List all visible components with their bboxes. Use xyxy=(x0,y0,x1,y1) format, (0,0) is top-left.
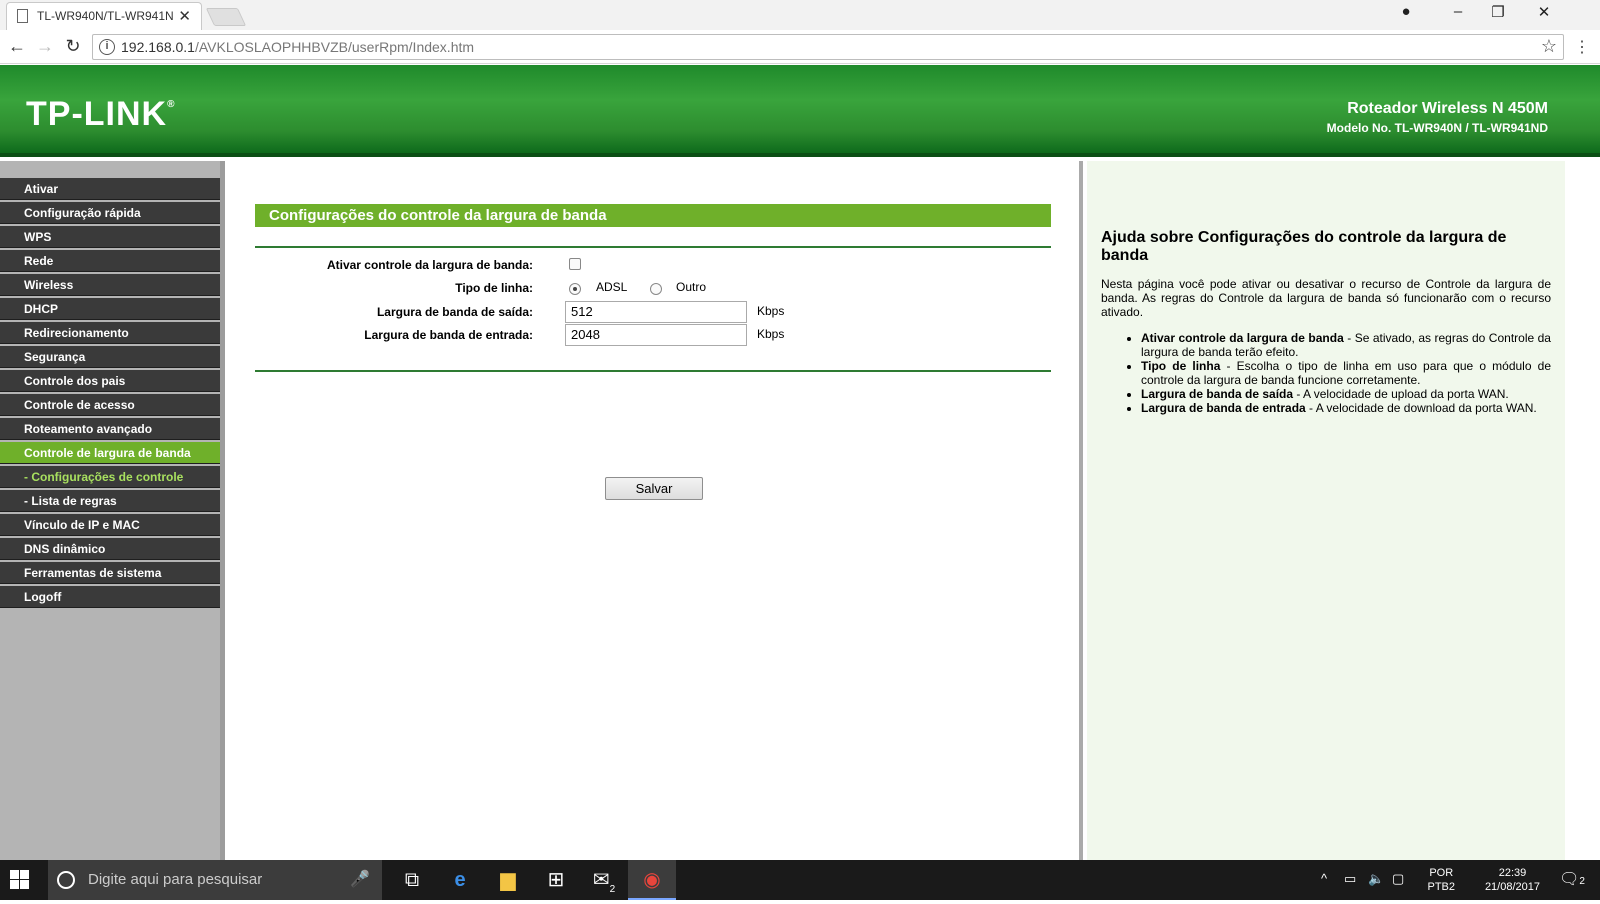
profile-icon[interactable]: ● xyxy=(1396,3,1416,20)
radio-adsl-label: ADSL xyxy=(596,280,628,294)
radio-outro-label: Outro xyxy=(676,280,707,294)
help-item: Ativar controle da largura de banda - Se… xyxy=(1141,331,1551,359)
help-item: Largura de banda de entrada - A velocida… xyxy=(1141,401,1551,415)
help-intro: Nesta página você pode ativar ou desativ… xyxy=(1101,277,1551,319)
tab-title: TL-WR940N/TL-WR941N xyxy=(37,9,174,23)
sidebar-item-security[interactable]: Segurança xyxy=(0,346,220,368)
close-window-icon[interactable]: ✕ xyxy=(1534,3,1554,21)
language-indicator[interactable]: POR PTB2 xyxy=(1427,866,1455,894)
sidebar-item-dhcp[interactable]: DHCP xyxy=(0,298,220,320)
bookmark-star-icon[interactable]: ☆ xyxy=(1541,36,1557,57)
divider xyxy=(255,246,1051,248)
sidebar-item-bandwidth-control[interactable]: Controle de largura de banda xyxy=(0,442,220,464)
help-title: Ajuda sobre Configurações do controle da… xyxy=(1101,229,1507,264)
notification-badge: 2 xyxy=(1579,876,1585,887)
store-icon[interactable]: ⊞ xyxy=(532,860,580,900)
browser-toolbar: ← → ↻ i 192.168.0.1/AVKLOSLAOPHHBVZB/use… xyxy=(0,30,1600,64)
model-number: Modelo No. TL-WR940N / TL-WR941ND xyxy=(1326,121,1548,135)
sidebar-item-rede[interactable]: Rede xyxy=(0,250,220,272)
info-icon[interactable]: i xyxy=(99,39,115,55)
sidebar-item-forwarding[interactable]: Redirecionamento xyxy=(0,322,220,344)
ingress-input[interactable]: 2048 xyxy=(565,324,747,346)
sidebar-item-parental-control[interactable]: Controle dos pais xyxy=(0,370,220,392)
taskbar-search[interactable]: Digite aqui para pesquisar 🎤 xyxy=(48,860,382,900)
main-content: Configurações do controle da largura de … xyxy=(225,161,1083,860)
sidebar-subitem-rules-list[interactable]: - Lista de regras xyxy=(0,490,220,512)
minimize-icon[interactable]: – xyxy=(1448,3,1468,20)
help-item: Largura de banda de saída - A velocidade… xyxy=(1141,387,1551,401)
sidebar-item-wireless[interactable]: Wireless xyxy=(0,274,220,296)
egress-input[interactable]: 512 xyxy=(565,301,747,323)
volume-icon[interactable]: 🔈 xyxy=(1368,871,1384,887)
page-icon xyxy=(17,9,28,23)
line-type-label: Tipo de linha: xyxy=(455,281,533,295)
radio-adsl[interactable] xyxy=(569,283,581,295)
notifications-icon[interactable]: 🗨2 xyxy=(1552,860,1592,900)
egress-unit: Kbps xyxy=(757,304,785,318)
sidebar-item-dynamic-dns[interactable]: DNS dinâmico xyxy=(0,538,220,560)
tp-link-logo: TP-LINK® xyxy=(26,95,176,133)
sidebar-item-ativar[interactable]: Ativar xyxy=(0,178,220,200)
address-bar[interactable]: i 192.168.0.1/AVKLOSLAOPHHBVZB/userRpm/I… xyxy=(92,34,1564,60)
browser-tab[interactable]: TL-WR940N/TL-WR941N ✕ xyxy=(6,2,202,30)
model-info: Roteador Wireless N 450M Modelo No. TL-W… xyxy=(1327,100,1548,135)
cortana-icon[interactable] xyxy=(57,871,75,889)
ingress-label: Largura de banda de entrada: xyxy=(364,328,533,342)
url-text[interactable]: 192.168.0.1/AVKLOSLAOPHHBVZB/userRpm/Ind… xyxy=(121,39,474,55)
sidebar-item-advanced-routing[interactable]: Roteamento avançado xyxy=(0,418,220,440)
divider xyxy=(255,370,1051,372)
help-panel: Ajuda sobre Configurações do controle da… xyxy=(1087,161,1565,860)
ingress-unit: Kbps xyxy=(757,327,785,341)
file-explorer-icon[interactable]: ▆ xyxy=(484,860,532,900)
sidebar-item-access-control[interactable]: Controle de acesso xyxy=(0,394,220,416)
sidebar-item-quick-setup[interactable]: Configuração rápida xyxy=(0,202,220,224)
save-button[interactable]: Salvar xyxy=(605,477,703,500)
sidebar-item-ip-mac-binding[interactable]: Vínculo de IP e MAC xyxy=(0,514,220,536)
model-name: Roteador Wireless N 450M xyxy=(1347,100,1548,117)
reload-icon[interactable]: ↻ xyxy=(62,36,84,57)
microphone-icon[interactable]: 🎤 xyxy=(350,869,370,889)
sidebar-item-logoff[interactable]: Logoff xyxy=(0,586,220,608)
radio-outro[interactable] xyxy=(650,283,662,295)
restore-icon[interactable]: ❐ xyxy=(1488,3,1508,21)
section-title: Configurações do controle da largura de … xyxy=(255,204,1051,227)
browser-menu-icon[interactable]: ⋮ xyxy=(1574,37,1590,57)
taskbar: Digite aqui para pesquisar 🎤 ⧉ e ▆ ⊞ ✉2 … xyxy=(0,860,1600,900)
windows-start-icon[interactable] xyxy=(10,870,30,890)
sidebar-item-wps[interactable]: WPS xyxy=(0,226,220,248)
enable-label: Ativar controle da largura de banda: xyxy=(326,258,533,272)
show-hidden-icons[interactable]: ^ xyxy=(1321,871,1327,886)
egress-label: Largura de banda de saída: xyxy=(376,305,533,319)
sidebar-subitem-control-settings[interactable]: - Configurações de controle xyxy=(0,466,220,488)
clock[interactable]: 22:39 21/08/2017 xyxy=(1485,866,1540,894)
help-list: Ativar controle da largura de banda - Se… xyxy=(1101,331,1551,415)
battery-icon[interactable]: ▭ xyxy=(1344,871,1356,887)
close-tab-icon[interactable]: ✕ xyxy=(178,7,191,25)
back-icon[interactable]: ← xyxy=(6,36,28,57)
router-header: TP-LINK® Roteador Wireless N 450M Modelo… xyxy=(0,65,1600,157)
sidebar-menu: Ativar Configuração rápida WPS Rede Wire… xyxy=(0,178,220,610)
chrome-icon[interactable]: ◉ xyxy=(628,860,676,900)
sidebar: Ativar Configuração rápida WPS Rede Wire… xyxy=(0,161,225,860)
new-tab-button[interactable] xyxy=(205,8,247,26)
browser-tab-bar: TL-WR940N/TL-WR941N ✕ ● – ❐ ✕ xyxy=(0,0,1600,30)
mail-icon[interactable]: ✉2 xyxy=(580,860,628,900)
sidebar-item-system-tools[interactable]: Ferramentas de sistema xyxy=(0,562,220,584)
edge-icon[interactable]: e xyxy=(436,860,484,900)
task-view-icon[interactable]: ⧉ xyxy=(388,860,436,900)
mail-badge: 2 xyxy=(609,884,616,895)
search-placeholder: Digite aqui para pesquisar xyxy=(88,871,263,888)
network-icon[interactable]: ▢ xyxy=(1392,871,1404,887)
forward-icon[interactable]: → xyxy=(34,36,56,57)
page-scrollbar[interactable] xyxy=(1565,161,1600,860)
enable-checkbox[interactable] xyxy=(569,258,581,270)
help-item: Tipo de linha - Escolha o tipo de linha … xyxy=(1141,359,1551,387)
